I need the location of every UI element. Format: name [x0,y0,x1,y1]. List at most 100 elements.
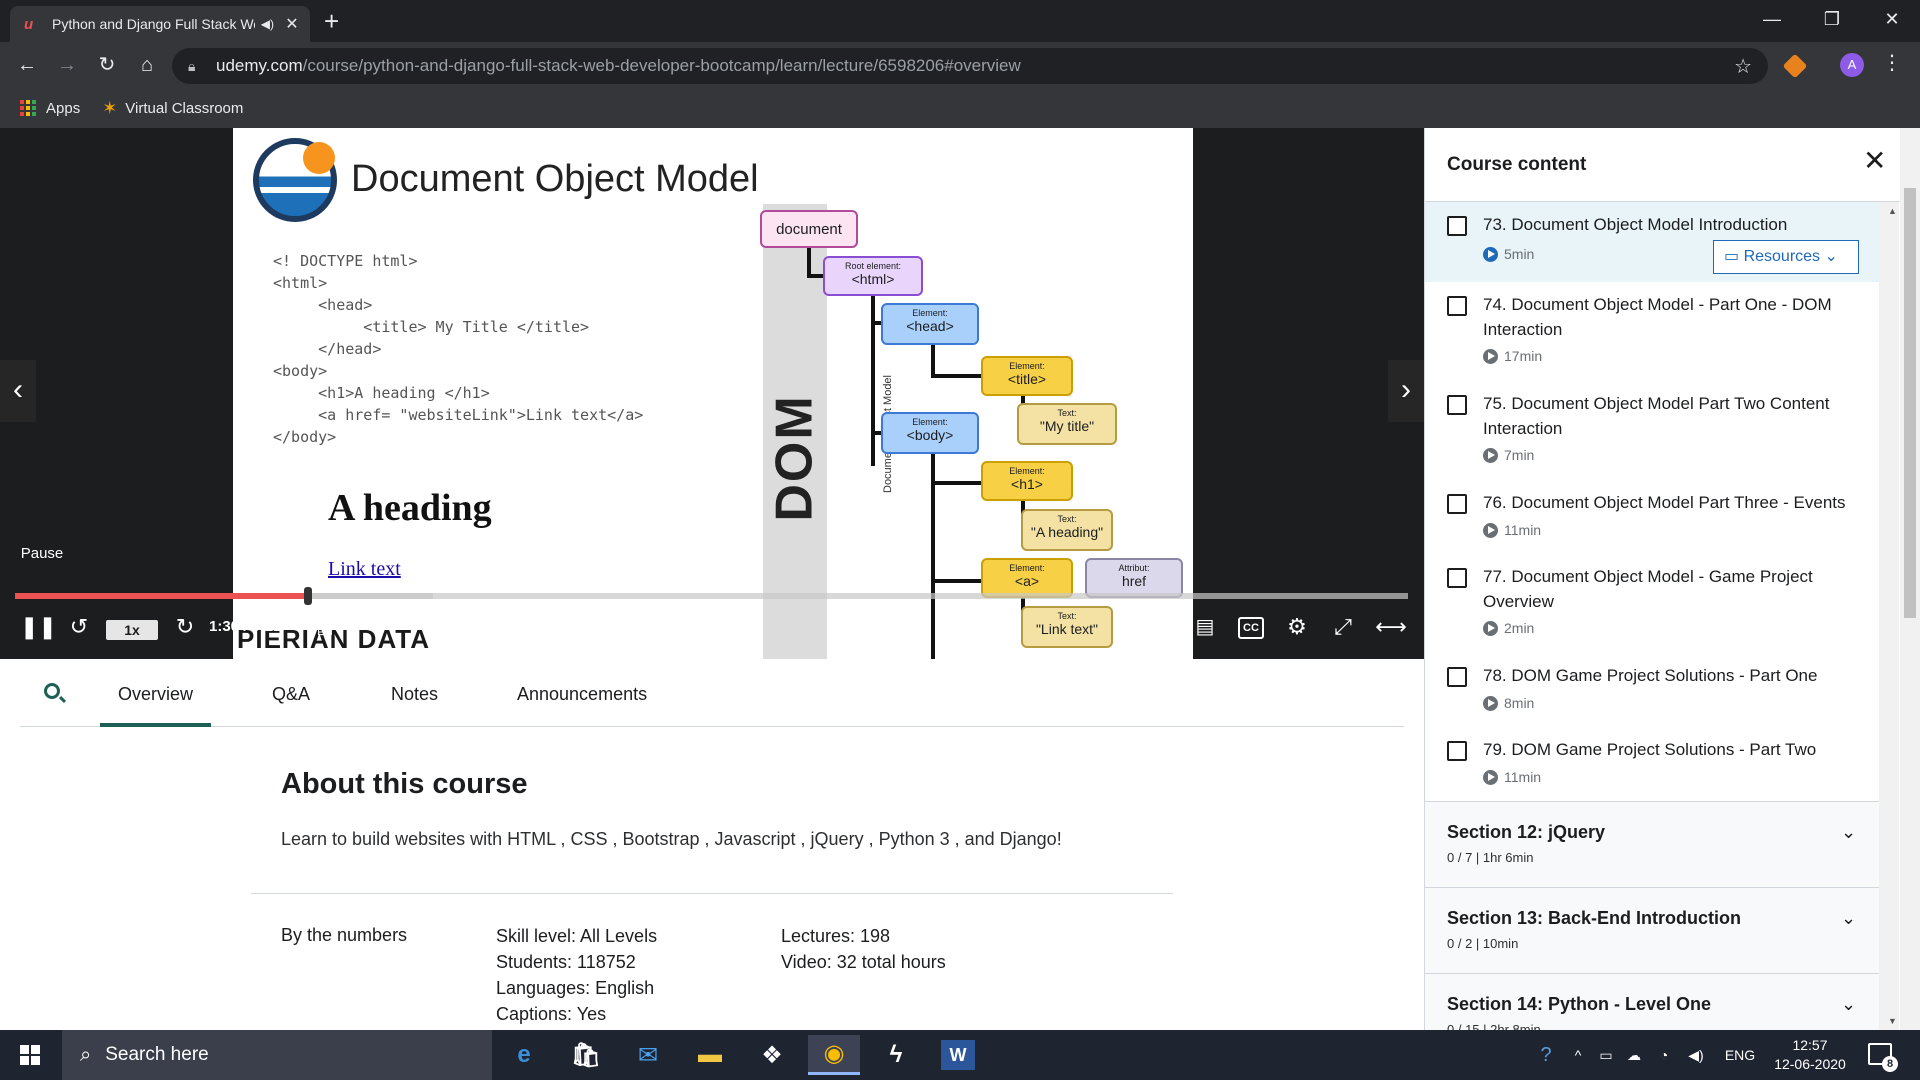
page-scrollbar[interactable] [1900,128,1920,1030]
wifi-icon[interactable]: ◔ [1652,1030,1676,1080]
help-icon[interactable]: ? [1532,1030,1560,1080]
speaker-icon[interactable]: ◀) [1684,1030,1708,1080]
chrome-icon[interactable]: ◉ [808,1035,860,1075]
battery-icon[interactable]: ▭ [1594,1030,1618,1080]
window-close-icon[interactable]: ✕ [1862,4,1920,34]
transcript-toggle-icon[interactable]: ▤ [310,612,340,642]
taskbar-search[interactable]: ⌕ Search here [62,1030,492,1080]
lock-icon[interactable]: 🔒︎ [188,58,206,75]
home-icon[interactable]: ⌂ [132,50,162,80]
node-head: Element: <head> [881,303,979,345]
onedrive-icon[interactable]: ☁ [1622,1030,1646,1080]
next-lecture-icon[interactable]: › [1388,360,1424,422]
word-icon[interactable]: W [941,1040,975,1070]
lecture-duration: 8min [1483,695,1534,711]
lecture-checkbox[interactable] [1447,741,1467,761]
chevron-down-icon[interactable]: ⌄ [1841,908,1856,929]
chrome-menu-icon[interactable]: ⋮ [1882,50,1902,75]
close-sidebar-icon[interactable]: ✕ [1863,146,1886,176]
transcript-icon[interactable]: ▤ [1190,612,1220,642]
lecture-checkbox[interactable] [1447,216,1467,236]
section-header[interactable]: Section 12: jQuery 0 / 7 | 1hr 6min ⌄ [1425,801,1879,887]
lecture-title: 77. Document Object Model - Game Project… [1483,567,1813,611]
url-text: udemy.com/course/python-and-django-full-… [216,56,1021,75]
lecture-item[interactable]: 78. DOM Game Project Solutions - Part On… [1425,653,1879,727]
sidebar-scrollbar[interactable]: ▲ ▼ [1879,202,1899,1030]
file-explorer-icon[interactable]: ▬ [684,1035,736,1075]
video-progress-bar[interactable] [15,587,1408,605]
section-meta: 0 / 2 | 10min [1447,936,1519,951]
tab-overview[interactable]: Overview [99,659,212,727]
chevron-down-icon[interactable]: ⌄ [1841,994,1856,1015]
scroll-down-icon[interactable]: ▼ [1888,1016,1897,1026]
edge-icon[interactable]: e [498,1035,550,1075]
restore-icon[interactable]: ❐ [1802,4,1862,34]
browser-tab[interactable]: u Python and Django Full Stack Web Devel… [10,6,310,42]
bookmark-star-icon[interactable]: ☆ [1734,54,1752,79]
lecture-title: 79. DOM Game Project Solutions - Part Tw… [1483,740,1817,759]
metamask-extension-icon[interactable] [1782,53,1808,79]
reload-icon[interactable]: ↻ [92,50,122,80]
sidebar-header: Course content ✕ [1425,128,1920,202]
sublime-icon[interactable]: ϟ [870,1035,922,1075]
lecture-checkbox[interactable] [1447,296,1467,316]
profile-avatar[interactable]: A [1840,53,1864,77]
section-header[interactable]: Section 13: Back-End Introduction 0 / 2 … [1425,887,1879,973]
search-icon[interactable] [44,683,60,699]
lecture-item[interactable]: 79. DOM Game Project Solutions - Part Tw… [1425,727,1879,801]
resources-button[interactable]: ▭ Resources ⌄ [1713,240,1859,274]
dropbox-icon[interactable]: ❖ [746,1035,798,1075]
lecture-title: 74. Document Object Model - Part One - D… [1483,295,1832,339]
rewind-icon[interactable]: ↺ [64,612,94,642]
previous-lecture-icon[interactable]: ‹ [0,360,36,422]
close-tab-icon[interactable]: ✕ [284,14,300,34]
section-header[interactable]: Section 14: Python - Level One 0 / 15 | … [1425,973,1879,1030]
lecture-item[interactable]: 77. Document Object Model - Game Project… [1425,554,1879,654]
tab-notes[interactable]: Notes [391,659,438,727]
lecture-checkbox[interactable] [1447,568,1467,588]
captions-button[interactable]: CC [1238,617,1264,639]
video-player[interactable]: Document Object Model <! DOCTYPE html> <h… [0,128,1424,659]
tab-audio-icon[interactable]: ◀) [261,17,274,31]
tab-qa[interactable]: Q&A [272,659,310,727]
course-content-sidebar: Course content ✕ 73. Document Object Mod… [1424,128,1920,1030]
chevron-down-icon[interactable]: ⌄ [1841,822,1856,843]
address-bar[interactable]: 🔒︎ udemy.com/course/python-and-django-fu… [172,48,1768,84]
lecture-checkbox[interactable] [1447,395,1467,415]
lecture-slide: Document Object Model <! DOCTYPE html> <h… [233,128,1193,659]
playback-speed-button[interactable]: 1x [106,620,158,640]
bookmark-virtual-classroom[interactable]: ✶ Virtual Classroom [102,98,243,119]
browser-tab-title: Python and Django Full Stack Web Develop… [52,16,255,32]
settings-gear-icon[interactable]: ⚙ [1282,612,1312,642]
forward-icon[interactable]: ↻ [170,612,200,642]
fullscreen-icon[interactable]: ⤢ [1328,612,1358,642]
minimize-icon[interactable]: — [1742,4,1802,34]
expand-width-icon[interactable]: ⟷ [1374,612,1408,642]
lecture-title: 75. Document Object Model Part Two Conte… [1483,394,1830,438]
lecture-checkbox[interactable] [1447,667,1467,687]
search-icon: ⌕ [80,1043,92,1066]
new-tab-button[interactable]: + [324,6,339,36]
bookmark-apps[interactable]: Apps [20,100,80,117]
back-icon[interactable]: ← [12,50,42,80]
page-scroll-thumb[interactable] [1904,188,1916,618]
pause-icon[interactable]: ❚❚ [20,612,57,642]
video-timecode: 1:30 / 5:22 [209,618,282,635]
lecture-item[interactable]: 76. Document Object Model Part Three - E… [1425,480,1879,554]
about-description: Learn to build websites with HTML , CSS … [281,829,1062,849]
store-icon[interactable]: 🛍︎ [560,1035,612,1075]
lecture-item[interactable]: 75. Document Object Model Part Two Conte… [1425,381,1879,481]
tab-announcements[interactable]: Announcements [517,659,647,727]
forward-icon[interactable]: → [52,50,82,80]
scroll-up-icon[interactable]: ▲ [1888,206,1897,216]
lecture-item[interactable]: 73. Document Object Model Introduction 5… [1425,202,1879,282]
language-indicator[interactable]: ENG [1718,1030,1762,1080]
lecture-checkbox[interactable] [1447,494,1467,514]
windows-start-icon[interactable] [20,1045,40,1065]
volume-icon[interactable]: ◀) [1144,612,1174,642]
taskbar-clock[interactable]: 12:57 12-06-2020 [1760,1036,1860,1074]
tray-chevron-icon[interactable]: ^ [1568,1030,1588,1080]
lecture-item[interactable]: 74. Document Object Model - Part One - D… [1425,282,1879,382]
scrubber-handle[interactable] [303,587,312,605]
mail-icon[interactable]: ✉ [622,1035,674,1075]
